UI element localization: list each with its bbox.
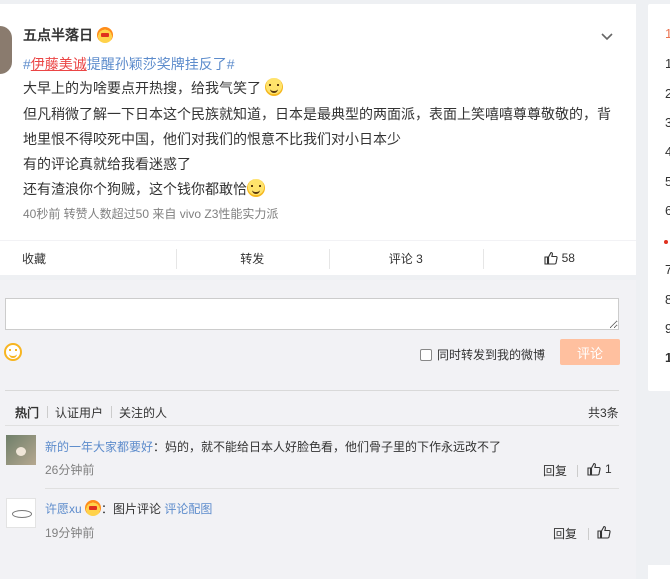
post-line-3: 地里恨不得咬死中国，他们对我们的恨意不比我们对小日本少 xyxy=(23,131,401,147)
vip-crown-icon xyxy=(85,500,102,516)
post-line-1-text: 大早上的为啥要点开热搜，给我气笑了 xyxy=(23,80,261,96)
hot-rank[interactable]: 1 xyxy=(665,26,670,41)
hot-rank[interactable]: 3 xyxy=(665,115,670,130)
post-meta: 40秒前 转赞人数超过50 来自 vivo Z3性能实力派 xyxy=(23,207,279,221)
hot-rank[interactable]: 1 xyxy=(665,56,670,71)
post-action-bar: 收藏 转发 评论 3 58 xyxy=(0,240,636,275)
hot-rank[interactable]: 9 xyxy=(665,321,670,336)
comment-time: 19分钟前 xyxy=(45,526,95,540)
comment-author[interactable]: 新的一年大家都要好 xyxy=(45,440,153,454)
hashtag-close: # xyxy=(226,56,235,72)
hashtag-open: # xyxy=(23,56,31,72)
smile-emoji-icon xyxy=(247,179,265,197)
thumbs-up-icon xyxy=(544,251,558,265)
hot-rank[interactable]: 6 xyxy=(665,203,670,218)
smile-emoji-icon xyxy=(264,78,283,96)
reply-button[interactable]: 回复 xyxy=(553,525,577,542)
tab-hot[interactable]: 热门 xyxy=(15,404,47,421)
comment-like-button[interactable]: 1 xyxy=(587,462,612,476)
topic-highlight[interactable]: 伊藤美诚 xyxy=(31,56,87,72)
hot-list-panel: 1 1 2 3 4 5 6 7 8 9 1 xyxy=(648,4,670,391)
thumbs-up-icon xyxy=(587,462,601,476)
author-name[interactable]: 五点半落日 xyxy=(23,25,113,45)
comment-filter-tabs: 热门 认证用户 关注的人 xyxy=(15,404,175,421)
hot-rank[interactable]: 8 xyxy=(665,292,670,307)
comment-button[interactable]: 评论 3 xyxy=(329,241,483,275)
separator xyxy=(588,528,589,540)
topic-hashtag[interactable]: #伊藤美诚提醒孙颖莎奖牌挂反了# xyxy=(23,54,235,74)
favorite-label: 收藏 xyxy=(22,251,47,266)
tab-verified[interactable]: 认证用户 xyxy=(47,404,111,421)
thumbs-up-icon xyxy=(597,525,611,539)
comments-section: 同时转发到我的微博 评论 热门 认证用户 关注的人 共3条 新的一年大家都要好：… xyxy=(0,280,636,579)
comment-input[interactable] xyxy=(5,298,619,330)
submit-comment-button[interactable]: 评论 xyxy=(560,339,620,365)
hot-rank[interactable]: 5 xyxy=(665,174,670,189)
comment-author[interactable]: 许愿xu xyxy=(45,502,82,516)
divider xyxy=(45,488,619,489)
comment-time: 26分钟前 xyxy=(45,463,95,477)
separator xyxy=(577,465,578,477)
hot-rank[interactable]: 7 xyxy=(665,262,670,277)
repost-checkbox-label: 同时转发到我的微博 xyxy=(437,348,546,362)
hot-rank[interactable]: 4 xyxy=(665,144,670,159)
comment-avatar[interactable] xyxy=(6,435,36,465)
repost-checkbox[interactable] xyxy=(420,348,432,361)
comment-like-button[interactable] xyxy=(597,525,615,539)
repost-label: 转发 xyxy=(240,251,265,266)
hot-dot-icon xyxy=(664,240,668,244)
comment-label: 评论 3 xyxy=(388,251,423,266)
post-line-5-text: 还有渣浪你个狗贼，这个钱你都敢恰 xyxy=(23,181,247,197)
chevron-down-icon[interactable] xyxy=(600,30,614,44)
post-line-1: 大早上的为啥要点开热搜，给我气笑了 xyxy=(23,78,283,98)
post-card: 五点半落日 #伊藤美诚提醒孙颖莎奖牌挂反了# 大早上的为啥要点开热搜，给我气笑了… xyxy=(0,4,636,275)
post-line-4: 有的评论真就给我看迷惑了 xyxy=(23,156,191,172)
reply-button[interactable]: 回复 xyxy=(543,462,567,479)
repost-checkbox-wrap[interactable]: 同时转发到我的微博 xyxy=(420,346,545,363)
tab-following[interactable]: 关注的人 xyxy=(111,404,175,421)
panel-edge xyxy=(648,565,670,579)
comment-text: 新的一年大家都要好：妈的，就不能给日本人好脸色看，他们骨子里的下作永远改不了 xyxy=(45,438,501,455)
repost-button[interactable]: 转发 xyxy=(175,241,330,275)
vip-crown-icon xyxy=(97,27,113,43)
post-line-2: 但凡稍微了解一下日本这个民族就知道，日本是最典型的两面派，表面上笑嘻嘻尊尊敬敬的… xyxy=(23,106,611,122)
comment-body: ：妈的，就不能给日本人好脸色看，他们骨子里的下作永远改不了 xyxy=(153,440,502,454)
like-count: 58 xyxy=(561,251,575,265)
like-button[interactable]: 58 xyxy=(482,241,637,275)
post-line-5: 还有渣浪你个狗贼，这个钱你都敢恰 xyxy=(23,179,265,199)
comment-body: ：图片评论 xyxy=(101,502,165,516)
topic-link[interactable]: 提醒孙颖莎奖牌挂反了 xyxy=(87,56,227,72)
favorite-button[interactable]: 收藏 xyxy=(0,241,176,275)
author-avatar[interactable] xyxy=(0,26,12,74)
author-name-text[interactable]: 五点半落日 xyxy=(23,25,93,45)
comment-total: 共3条 xyxy=(588,406,619,420)
comment-avatar[interactable] xyxy=(6,498,36,528)
divider xyxy=(5,425,619,426)
divider xyxy=(5,390,619,391)
comment-text: 许愿xu ：图片评论 评论配图 xyxy=(45,500,212,517)
emoji-picker-icon[interactable] xyxy=(4,343,22,361)
comment-like-count: 1 xyxy=(605,462,612,476)
hot-rank[interactable]: 1 xyxy=(665,350,670,365)
hot-rank[interactable]: 2 xyxy=(665,86,670,101)
comment-image-link[interactable]: 评论配图 xyxy=(164,502,212,516)
